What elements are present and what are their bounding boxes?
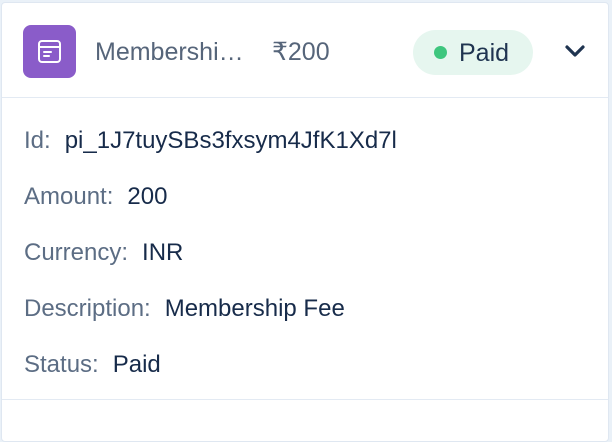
chevron-down-icon[interactable]: [562, 38, 588, 64]
detail-label-status: Status:: [24, 351, 99, 378]
detail-label-currency: Currency:: [24, 239, 129, 266]
detail-label-id: Id:: [24, 127, 51, 154]
detail-row-amount: Amount: 200: [24, 181, 167, 213]
detail-value-id: pi_1J7tuySBs3fxsym4JfK1Xd7l: [64, 127, 397, 154]
status-dot: [434, 46, 447, 59]
receipt-icon: [23, 25, 76, 78]
detail-value-status: Paid: [112, 351, 161, 378]
status-badge: Paid: [413, 30, 533, 75]
details-divider: [2, 399, 608, 400]
detail-label-description: Description:: [24, 295, 151, 322]
detail-row-id: Id: pi_1J7tuySBs3fxsym4JfK1Xd7l: [24, 125, 397, 157]
detail-value-amount: 200: [127, 183, 168, 210]
receipt-glyph: [38, 40, 61, 63]
detail-value-currency: INR: [142, 239, 184, 266]
detail-row-description: Description: Membership Fee: [24, 293, 345, 325]
payment-title: Membership Fee: [95, 38, 255, 66]
payment-header[interactable]: Membership Fee ₹200 Paid: [2, 3, 608, 98]
detail-row-currency: Currency: INR: [24, 237, 183, 269]
payment-amount: ₹200: [272, 38, 330, 66]
status-badge-label: Paid: [459, 39, 510, 67]
payment-card: Membership Fee ₹200 Paid Id: pi_1J7tuySBs…: [1, 2, 609, 442]
detail-label-amount: Amount:: [24, 183, 114, 210]
detail-row-status: Status: Paid: [24, 349, 161, 381]
detail-value-description: Membership Fee: [164, 295, 345, 322]
